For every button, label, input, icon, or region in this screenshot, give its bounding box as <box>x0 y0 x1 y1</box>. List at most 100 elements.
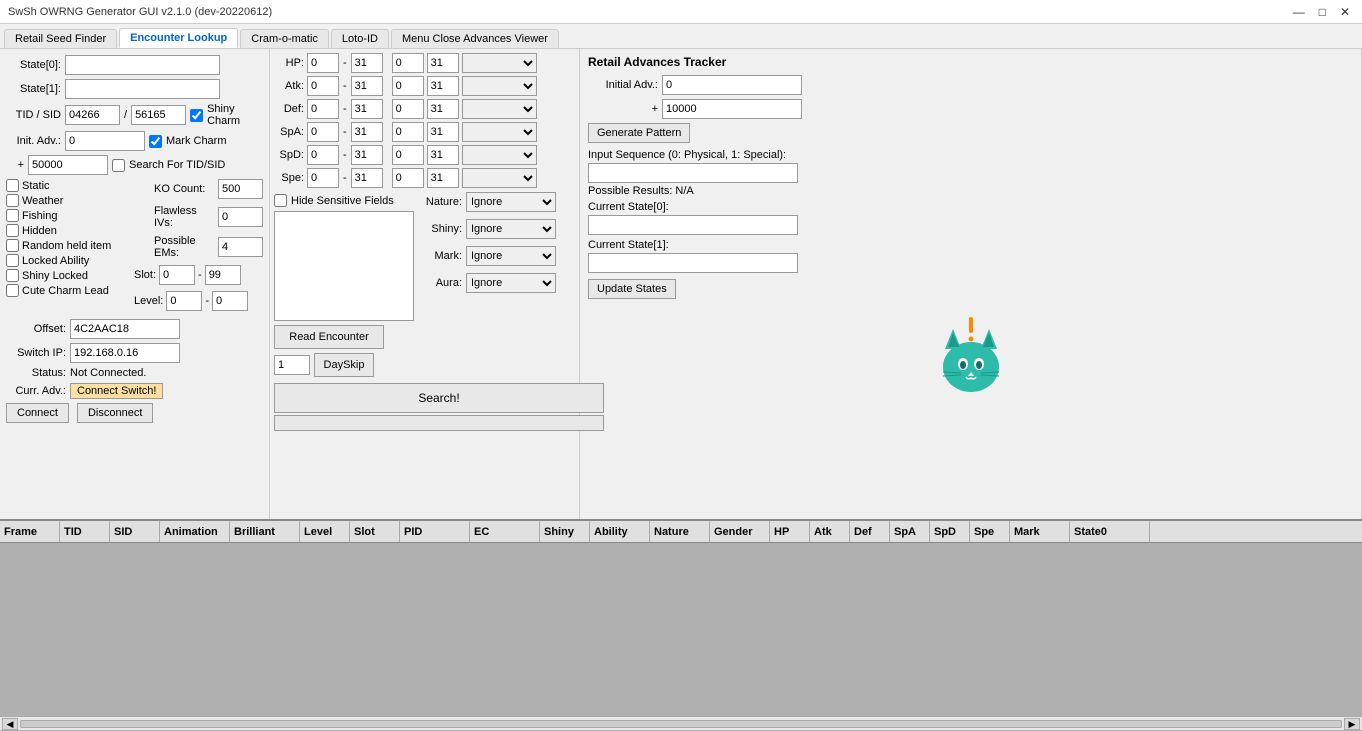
flawless-ivs-input[interactable]: 0 <box>218 207 263 227</box>
spe-select[interactable] <box>462 168 537 188</box>
spd-select[interactable] <box>462 145 537 165</box>
hidden-checkbox[interactable] <box>6 224 19 237</box>
read-encounter-button[interactable]: Read Encounter <box>274 325 384 349</box>
atk-min2[interactable] <box>392 76 424 96</box>
dayskip-number[interactable] <box>274 355 310 375</box>
hp-max[interactable] <box>351 53 383 73</box>
def-min2[interactable] <box>392 99 424 119</box>
hp-max2[interactable] <box>427 53 459 73</box>
spa-min[interactable] <box>307 122 339 142</box>
atk-select[interactable] <box>462 76 537 96</box>
scrollbar-horizontal[interactable]: ◀ ▶ <box>0 716 1362 730</box>
status-label: Status: <box>6 367 66 379</box>
spd-min[interactable] <box>307 145 339 165</box>
atk-max[interactable] <box>351 76 383 96</box>
dayskip-button[interactable]: DaySkip <box>314 353 374 377</box>
shiny-locked-checkbox[interactable] <box>6 269 19 282</box>
table-header-level: Level <box>300 521 350 542</box>
plus-input[interactable]: 50000 <box>28 155 108 175</box>
window-controls[interactable]: — □ ✕ <box>1289 5 1354 19</box>
hp-min[interactable] <box>307 53 339 73</box>
mark-select[interactable]: Ignore <box>466 246 556 266</box>
level-max-input[interactable] <box>212 291 248 311</box>
minimize-button[interactable]: — <box>1289 5 1309 19</box>
slot-min-input[interactable] <box>159 265 195 285</box>
state0-input[interactable] <box>65 55 220 75</box>
state1-input[interactable] <box>65 79 220 99</box>
offset-input[interactable]: 4C2AAC18 <box>70 319 180 339</box>
plus-sign: + <box>6 159 24 171</box>
update-states-button[interactable]: Update States <box>588 279 676 299</box>
sid-input[interactable]: 56165 <box>131 105 186 125</box>
disconnect-button[interactable]: Disconnect <box>77 403 153 423</box>
spe-label: Spe: <box>274 172 304 184</box>
spa-label: SpA: <box>274 126 304 138</box>
aura-select[interactable]: Ignore <box>466 273 556 293</box>
tid-input[interactable]: 04266 <box>65 105 120 125</box>
current-state0-input[interactable] <box>588 215 798 235</box>
maximize-button[interactable]: □ <box>1315 5 1330 19</box>
tracker-plus-input[interactable]: 10000 <box>662 99 802 119</box>
tab-menu-close[interactable]: Menu Close Advances Viewer <box>391 29 559 48</box>
init-adv-input[interactable]: 0 <box>65 131 145 151</box>
table-header-atk: Atk <box>810 521 850 542</box>
current-state0-label: Current State[0]: <box>588 201 1353 213</box>
table-body <box>0 543 1362 731</box>
spe-max[interactable] <box>351 168 383 188</box>
connect-button[interactable]: Connect <box>6 403 69 423</box>
spd-min2[interactable] <box>392 145 424 165</box>
shiny-select[interactable]: Ignore <box>466 219 556 239</box>
spa-min2[interactable] <box>392 122 424 142</box>
hide-sensitive-checkbox[interactable] <box>274 194 287 207</box>
cute-charm-checkbox[interactable] <box>6 284 19 297</box>
search-button[interactable]: Search! <box>274 383 604 413</box>
current-state1-input[interactable] <box>588 253 798 273</box>
table-header-spd: SpD <box>930 521 970 542</box>
tab-cram-o-matic[interactable]: Cram-o-matic <box>240 29 329 48</box>
offset-label: Offset: <box>6 323 66 335</box>
switch-ip-input[interactable]: 192.168.0.16 <box>70 343 180 363</box>
nature-label: Nature: <box>422 196 462 208</box>
mark-charm-checkbox[interactable] <box>149 135 162 148</box>
random-held-item-checkbox[interactable] <box>6 239 19 252</box>
table-header-nature: Nature <box>650 521 710 542</box>
spa-max[interactable] <box>351 122 383 142</box>
spa-max2[interactable] <box>427 122 459 142</box>
def-max[interactable] <box>351 99 383 119</box>
tab-encounter-lookup[interactable]: Encounter Lookup <box>119 28 238 48</box>
hp-select[interactable] <box>462 53 537 73</box>
def-select[interactable] <box>462 99 537 119</box>
spa-select[interactable] <box>462 122 537 142</box>
spd-max2[interactable] <box>427 145 459 165</box>
spe-min2[interactable] <box>392 168 424 188</box>
search-tidsid-checkbox[interactable] <box>112 159 125 172</box>
fishing-checkbox[interactable] <box>6 209 19 222</box>
static-checkbox[interactable] <box>6 179 19 192</box>
hp-min2[interactable] <box>392 53 424 73</box>
shiny-charm-checkbox[interactable] <box>190 109 203 122</box>
input-seq-input[interactable] <box>588 163 798 183</box>
spd-label: SpD: <box>274 149 304 161</box>
def-max2[interactable] <box>427 99 459 119</box>
def-min[interactable] <box>307 99 339 119</box>
spe-min[interactable] <box>307 168 339 188</box>
initial-adv-input[interactable]: 0 <box>662 75 802 95</box>
nature-select[interactable]: Ignore <box>466 192 556 212</box>
locked-ability-checkbox[interactable] <box>6 254 19 267</box>
spe-max2[interactable] <box>427 168 459 188</box>
slot-max-input[interactable] <box>205 265 241 285</box>
weather-checkbox[interactable] <box>6 194 19 207</box>
scroll-right-button[interactable]: ▶ <box>1344 718 1360 730</box>
tab-bar: Retail Seed Finder Encounter Lookup Cram… <box>0 24 1362 49</box>
close-button[interactable]: ✕ <box>1336 5 1354 19</box>
tab-loto-id[interactable]: Loto-ID <box>331 29 389 48</box>
generate-pattern-button[interactable]: Generate Pattern <box>588 123 690 143</box>
atk-max2[interactable] <box>427 76 459 96</box>
possible-ems-input[interactable]: 4 <box>218 237 263 257</box>
tab-retail-seed-finder[interactable]: Retail Seed Finder <box>4 29 117 48</box>
spd-max[interactable] <box>351 145 383 165</box>
scroll-left-button[interactable]: ◀ <box>2 718 18 730</box>
atk-min[interactable] <box>307 76 339 96</box>
level-min-input[interactable] <box>166 291 202 311</box>
ko-count-input[interactable]: 500 <box>218 179 263 199</box>
